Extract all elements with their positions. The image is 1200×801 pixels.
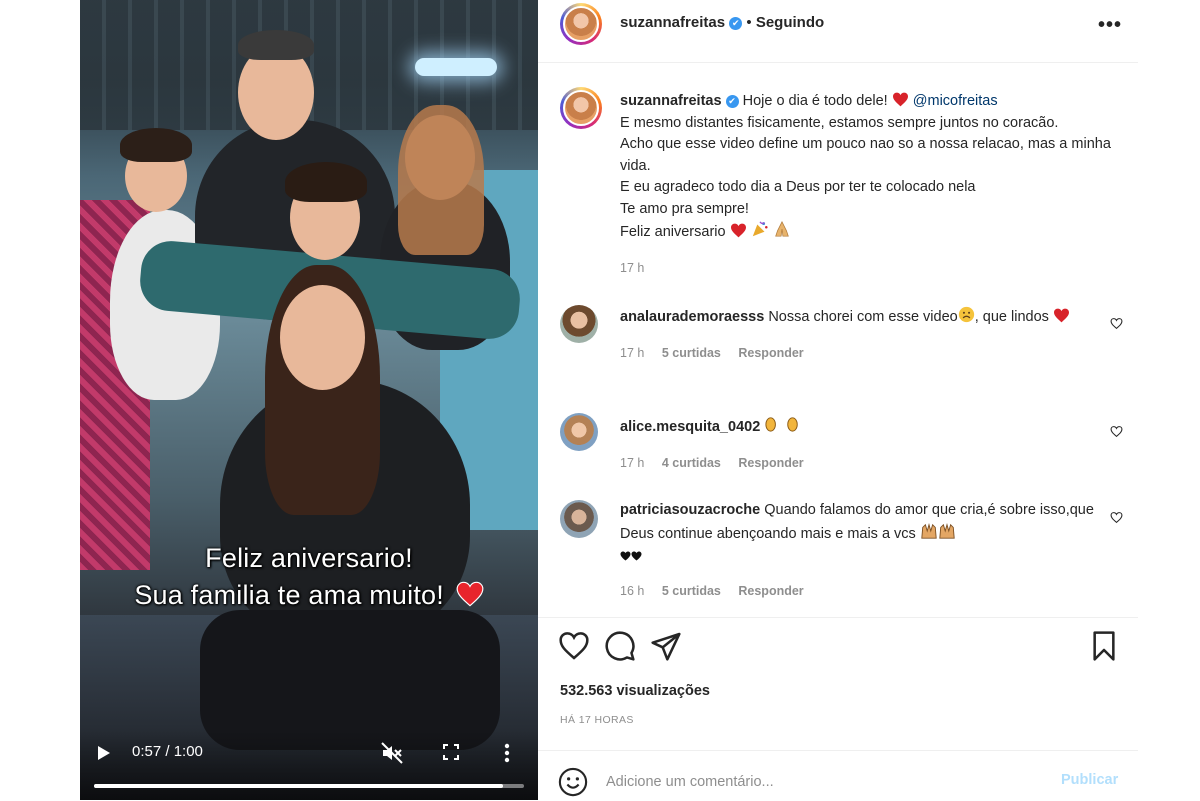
comment-meta: 17 h 5 curtidas Responder <box>620 343 1100 365</box>
commenter-avatar[interactable] <box>560 500 598 538</box>
caption-mention-link[interactable]: @micofreitas <box>913 93 998 109</box>
video-head-woman-front <box>280 285 365 390</box>
clapping-hands-emoji-icon <box>765 417 777 432</box>
author-avatar[interactable] <box>560 3 602 45</box>
video-ceiling-light <box>415 58 497 76</box>
comment-item: analaurademoraesss Nossa chorei com esse… <box>620 306 1100 364</box>
play-icon[interactable] <box>98 746 110 760</box>
comment-item: alice.mesquita_0402 17 h 4 curtidas Resp… <box>620 414 1100 474</box>
comment-username[interactable]: alice.mesquita_0402 <box>620 419 760 435</box>
party-popper-emoji-icon <box>752 221 768 237</box>
share-icon[interactable] <box>650 630 682 662</box>
caption-line3: Acho que esse video define um pouco nao … <box>620 136 1111 174</box>
caption-line6: Feliz aniversario <box>620 224 726 240</box>
caption-avatar[interactable] <box>560 87 602 129</box>
commenter-avatar[interactable] <box>560 305 598 343</box>
video-hair-left <box>120 128 192 162</box>
comment-reply-button[interactable]: Responder <box>738 346 803 360</box>
publish-button[interactable]: Publicar <box>1061 772 1118 788</box>
verified-icon: ✔ <box>725 95 739 108</box>
header-separator: • <box>746 14 752 31</box>
comment-like-heart-icon[interactable] <box>1110 317 1123 330</box>
sad-face-emoji-icon <box>958 306 974 323</box>
video-hair-man <box>238 30 314 60</box>
red-heart-emoji-icon <box>1053 308 1069 323</box>
comment-likes-button[interactable]: 5 curtidas <box>662 346 721 360</box>
more-vertical-icon[interactable] <box>502 741 512 765</box>
video-caption-line1: Feliz aniversario! <box>205 543 413 573</box>
comment-meta: 17 h 4 curtidas Responder <box>620 453 1100 475</box>
verified-icon: ✔ <box>729 17 743 30</box>
video-hair-woman-right <box>398 105 484 255</box>
caption-line1: Hoje o dia é todo dele! <box>742 93 888 109</box>
comment-time: 16 h <box>620 583 645 598</box>
red-heart-emoji-icon <box>892 92 908 107</box>
author-line: suzannafreitas ✔ • Seguindo <box>620 14 824 31</box>
video-caption-line2-wrap: Sua familia te ama muito! <box>80 580 538 611</box>
view-count[interactable]: 532.563 visualizações <box>560 683 710 699</box>
video-controls-bar <box>80 730 538 800</box>
emoji-icon[interactable] <box>558 767 588 797</box>
comment-likes-button[interactable]: 4 curtidas <box>662 456 721 470</box>
caption-line5: Te amo pra sempre! <box>620 200 749 217</box>
red-heart-emoji-icon <box>730 223 746 238</box>
mute-icon[interactable] <box>380 741 404 765</box>
comment-icon[interactable] <box>604 630 636 662</box>
raising-hands-emoji-icon <box>921 522 937 539</box>
comment-reply-button[interactable]: Responder <box>738 584 803 598</box>
comment-meta: 16 h 5 curtidas Responder <box>620 581 1100 603</box>
author-username[interactable]: suzannafreitas <box>620 14 725 31</box>
comment-likes-button[interactable]: 5 curtidas <box>662 584 721 598</box>
comment-text-tail: , que lindos <box>974 309 1049 325</box>
video-time: 0:57 / 1:00 <box>132 743 203 760</box>
more-horizontal-icon[interactable]: ••• <box>1098 14 1122 37</box>
video-legs <box>200 610 500 750</box>
add-comment-input[interactable] <box>606 768 1046 796</box>
post-actions-divider <box>538 617 1138 618</box>
comment-time: 17 h <box>620 455 645 470</box>
raising-hands-emoji-icon <box>939 522 955 539</box>
post-sidebar: suzannafreitas ✔ • Seguindo ••• suzannaf… <box>538 0 1138 800</box>
caption-line2: E mesmo distantes fisicamente, estamos s… <box>620 114 1059 131</box>
post-age: HÁ 17 HORAS <box>560 714 634 726</box>
black-heart-emoji-icon <box>631 551 642 561</box>
heart-emoji-icon <box>456 581 484 607</box>
comment-username[interactable]: patriciasouzacroche <box>620 502 760 518</box>
comment-text: Nossa chorei com esse video <box>768 309 958 325</box>
caption-time: 17 h <box>620 260 645 275</box>
post-header: suzannafreitas ✔ • Seguindo ••• <box>538 0 1138 63</box>
following-button[interactable]: Seguindo <box>756 14 824 31</box>
video-hair-boy <box>285 162 367 202</box>
post-video[interactable]: Feliz aniversario! Sua familia te ama mu… <box>80 0 538 800</box>
comment-like-heart-icon[interactable] <box>1110 511 1123 524</box>
clapping-hands-emoji-icon <box>787 417 799 432</box>
video-caption-line2: Sua familia te ama muito! <box>134 580 444 610</box>
bookmark-icon[interactable] <box>1088 630 1120 662</box>
comment-username[interactable]: analaurademoraesss <box>620 309 764 325</box>
heart-icon[interactable] <box>558 630 590 662</box>
praying-hands-emoji-icon <box>774 220 789 237</box>
video-progress-fill <box>94 784 503 788</box>
post-caption: suzannafreitas ✔ Hoje o dia é todo dele!… <box>620 91 1120 279</box>
comment-time: 17 h <box>620 345 645 360</box>
comment-like-heart-icon[interactable] <box>1110 425 1123 438</box>
caption-username[interactable]: suzannafreitas <box>620 93 722 109</box>
instagram-post: Feliz aniversario! Sua familia te ama mu… <box>80 0 1138 800</box>
fullscreen-icon[interactable] <box>443 744 459 760</box>
black-heart-emoji-icon <box>620 551 631 561</box>
caption-meta: 17 h <box>620 258 1120 280</box>
caption-line4: E eu agradeco todo dia a Deus por ter te… <box>620 179 976 195</box>
comment-item: patriciasouzacroche Quando falamos do am… <box>620 500 1100 602</box>
comment-reply-button[interactable]: Responder <box>738 456 803 470</box>
commenter-avatar[interactable] <box>560 413 598 451</box>
video-progress-track[interactable] <box>94 784 524 788</box>
